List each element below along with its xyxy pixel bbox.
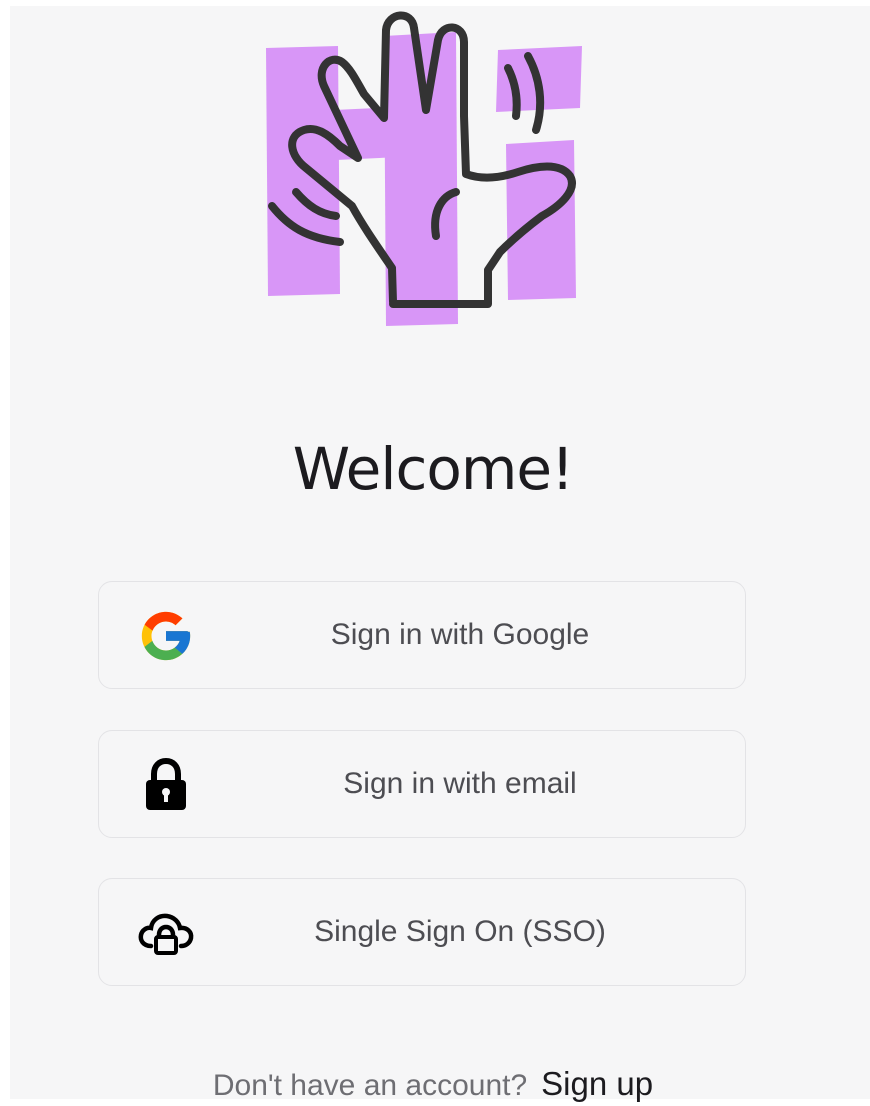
login-panel: Welcome! Sign in with Google Sign in wit… [10, 6, 870, 1102]
welcome-heading: Welcome! [292, 435, 575, 503]
sign-in-google-button[interactable]: Sign in with Google [98, 581, 746, 689]
sso-button[interactable]: Single Sign On (SSO) [98, 878, 746, 986]
sso-label: Single Sign On (SSO) [314, 915, 606, 948]
signup-prompt: Don't have an account? Sign up [10, 1064, 856, 1106]
sign-up-link[interactable]: Sign up [541, 1065, 653, 1102]
sign-in-email-label: Sign in with email [343, 767, 577, 800]
waving-hand-icon [260, 6, 610, 341]
sign-in-google-label: Sign in with Google [330, 618, 590, 651]
lock-icon [137, 756, 195, 814]
no-account-text: Don't have an account? [212, 1069, 528, 1102]
cloud-lock-icon [137, 904, 195, 962]
google-icon [137, 607, 195, 665]
sign-in-email-button[interactable]: Sign in with email [98, 730, 746, 838]
